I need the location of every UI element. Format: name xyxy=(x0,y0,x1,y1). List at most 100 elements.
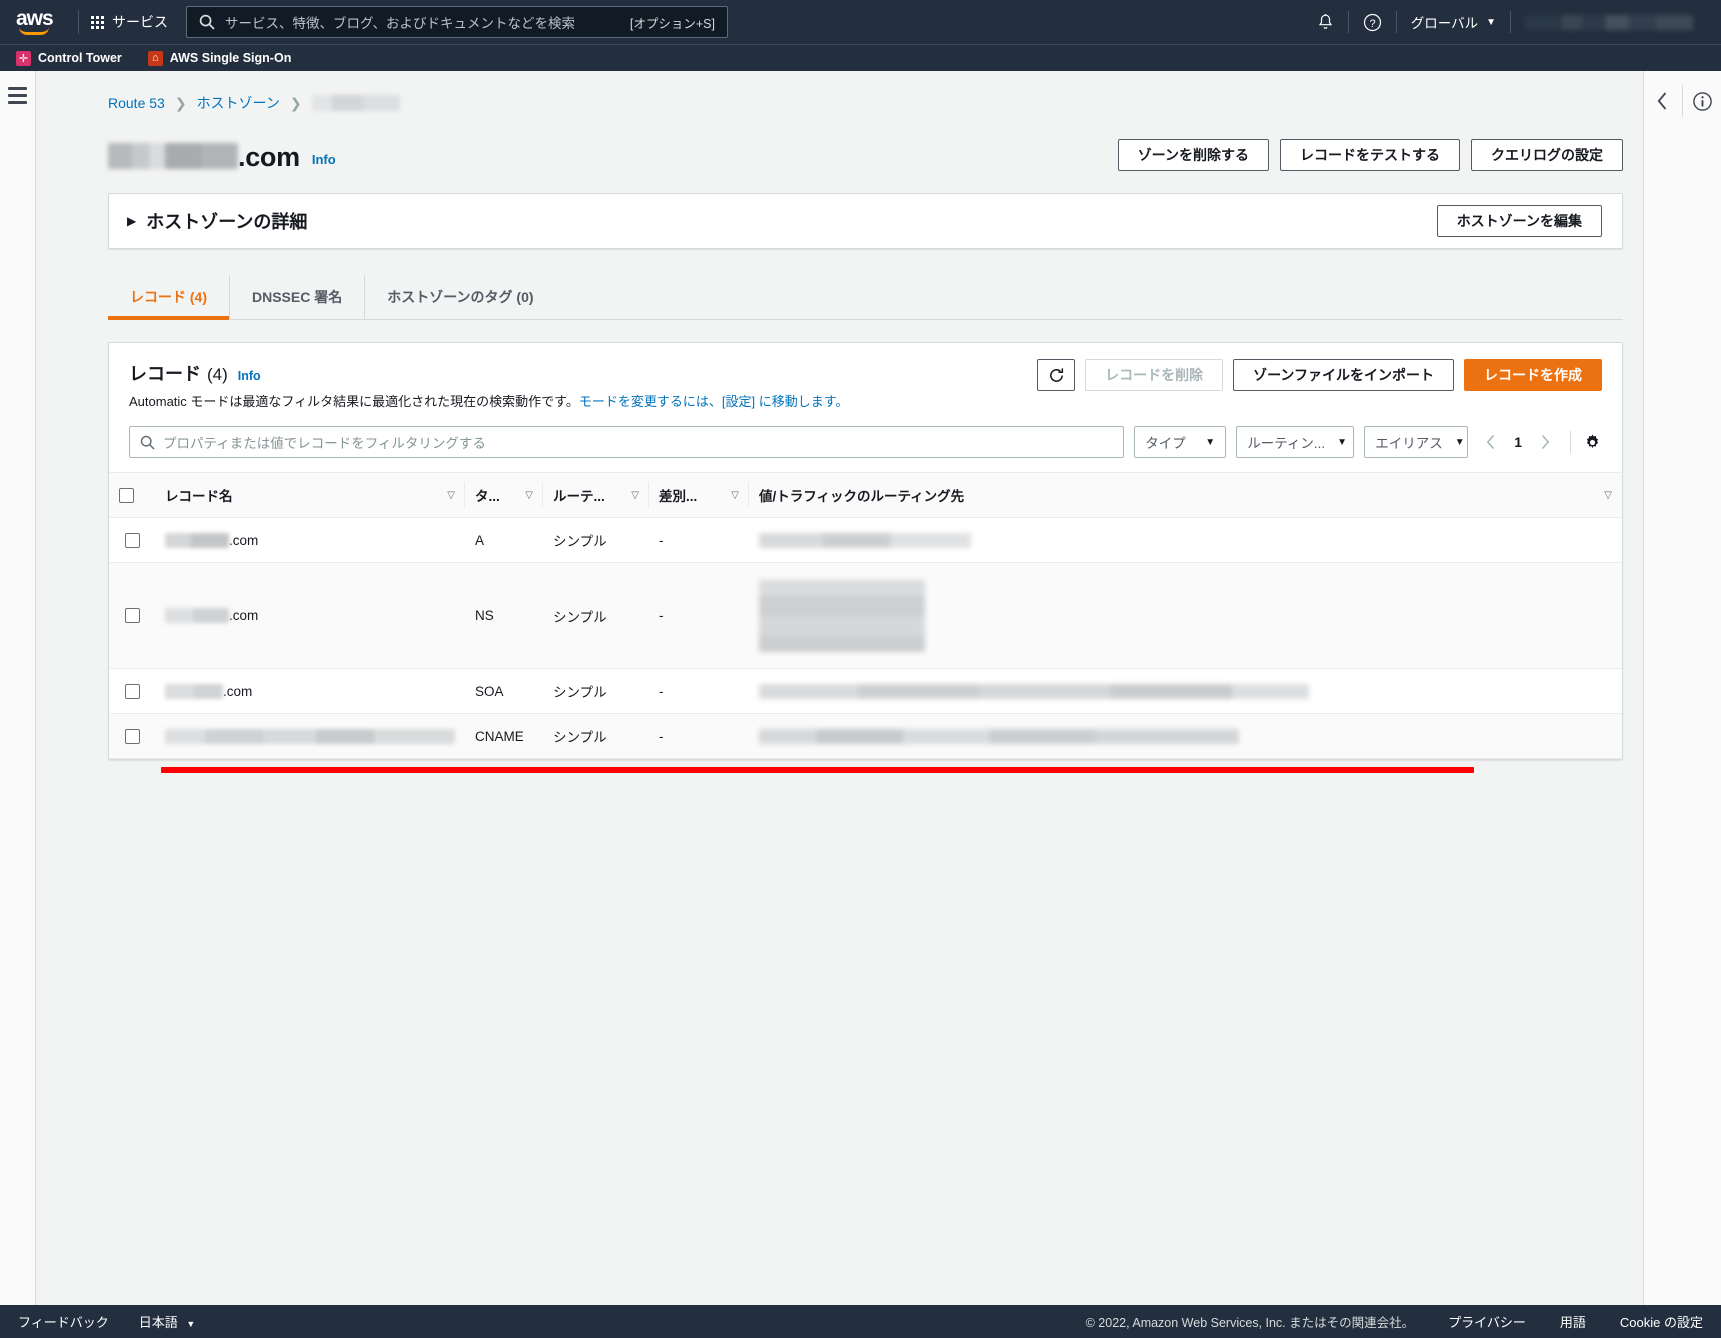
records-card-header: レコード (4) Info Automatic モードは最適なフィルタ結果に最適… xyxy=(109,343,1622,422)
record-name-redacted xyxy=(165,728,455,744)
row-select-cell xyxy=(109,668,155,714)
column-routing-policy[interactable]: ルーテ... ▽ xyxy=(543,472,649,518)
favorite-label: AWS Single Sign-On xyxy=(169,51,292,65)
page-title-info-link[interactable]: Info xyxy=(312,152,336,167)
type-filter-label: タイプ xyxy=(1145,436,1186,451)
row-record-name xyxy=(155,713,465,759)
services-label: サービス xyxy=(112,14,168,30)
test-record-button[interactable]: レコードをテストする xyxy=(1280,139,1460,171)
grid-icon xyxy=(91,15,104,29)
row-checkbox[interactable] xyxy=(124,532,140,548)
delete-record-button[interactable]: レコードを削除 xyxy=(1085,359,1224,391)
services-menu-button[interactable]: サービス xyxy=(91,12,168,32)
favorite-control-tower[interactable]: ✛ Control Tower xyxy=(16,50,122,66)
aws-logo[interactable]: aws xyxy=(16,8,60,36)
row-routing: シンプル xyxy=(543,668,649,714)
edit-hosted-zone-button[interactable]: ホストゾーンを編集 xyxy=(1436,205,1602,237)
pagination-page-1[interactable]: 1 xyxy=(1508,434,1528,450)
terms-link[interactable]: 用語 xyxy=(1560,1312,1586,1331)
control-tower-icon: ✛ xyxy=(16,50,31,66)
records-title-row: レコード (4) Info xyxy=(129,360,848,386)
notifications-button[interactable] xyxy=(1303,0,1348,44)
row-checkbox[interactable] xyxy=(124,608,140,624)
chevron-down-icon: ▼ xyxy=(186,1319,196,1329)
tab-dnssec[interactable]: DNSSEC 署名 xyxy=(230,275,366,319)
table-preferences-button[interactable] xyxy=(1583,433,1602,452)
routing-filter-select[interactable]: ルーティン... ▼ xyxy=(1236,426,1355,458)
records-filter-placeholder: プロパティまたは値でレコードをフィルタリングする xyxy=(163,436,486,451)
alias-filter-select[interactable]: エイリアス ▼ xyxy=(1364,426,1469,458)
chevron-down-icon: ▼ xyxy=(1337,436,1348,448)
routing-filter-label: ルーティン... xyxy=(1247,436,1326,451)
row-select-cell xyxy=(109,713,155,759)
create-record-button[interactable]: レコードを作成 xyxy=(1464,359,1602,391)
delete-zone-button[interactable]: ゾーンを削除する xyxy=(1117,139,1269,171)
feedback-link[interactable]: フィードバック xyxy=(18,1312,109,1331)
alias-filter-label: エイリアス xyxy=(1375,436,1443,451)
records-card: レコード (4) Info Automatic モードは最適なフィルタ結果に最適… xyxy=(108,342,1623,773)
records-title: レコード xyxy=(129,364,201,384)
row-checkbox[interactable] xyxy=(124,683,140,699)
refresh-button[interactable] xyxy=(1037,359,1076,391)
records-filter-input[interactable]: プロパティまたは値でレコードをフィルタリングする xyxy=(129,426,1125,458)
collapse-panel-button[interactable] xyxy=(1645,85,1681,117)
main-content: Route 53 ❯ ホストゾーン ❯ .com Info ゾーンを削除する レ… xyxy=(36,71,1643,1305)
records-title-block: レコード (4) Info Automatic モードは最適なフィルタ結果に最適… xyxy=(129,359,848,410)
table-row[interactable]: .com NS シンプル - xyxy=(109,562,1622,669)
row-type: A xyxy=(465,517,543,563)
column-record-name[interactable]: レコード名 ▽ xyxy=(155,472,465,518)
record-value-redacted xyxy=(759,728,1239,744)
breadcrumb-item-hosted-zones[interactable]: ホストゾーン xyxy=(197,93,280,113)
region-selector[interactable]: グローバル ▼ xyxy=(1397,0,1510,44)
tab-records[interactable]: レコード (4) xyxy=(108,275,230,320)
tab-hosted-zone-tags[interactable]: ホストゾーンのタグ (0) xyxy=(365,275,555,319)
records-count: (4) xyxy=(207,365,228,384)
import-zone-file-button[interactable]: ゾーンファイルをインポート xyxy=(1233,359,1454,391)
footer-left: フィードバック 日本語 ▼ xyxy=(18,1312,195,1331)
cookie-preferences-link[interactable]: Cookie の設定 xyxy=(1620,1312,1703,1331)
breadcrumb-separator: ❯ xyxy=(174,94,187,111)
sort-icon: ▽ xyxy=(447,489,455,501)
column-value[interactable]: 値/トラフィックのルーティング先 ▽ xyxy=(749,472,1622,518)
row-checkbox[interactable] xyxy=(124,728,140,744)
gear-icon xyxy=(1586,434,1599,448)
hosted-zone-details-panel[interactable]: ▶ ホストゾーンの詳細 ホストゾーンを編集 xyxy=(108,193,1623,249)
account-menu-redacted[interactable] xyxy=(1525,14,1693,30)
select-all-checkbox[interactable] xyxy=(119,487,134,503)
records-filter-row: プロパティまたは値でレコードをフィルタリングする タイプ ▼ ルーティン... … xyxy=(109,422,1622,472)
row-value xyxy=(749,517,1622,563)
row-value xyxy=(749,668,1622,714)
search-icon xyxy=(140,435,155,450)
row-record-name: .com xyxy=(155,517,465,563)
pagination-next-button[interactable] xyxy=(1532,427,1558,457)
aws-logo-text: aws xyxy=(16,7,54,30)
hamburger-menu-icon[interactable] xyxy=(8,87,27,1305)
column-type[interactable]: タ... ▽ xyxy=(465,472,543,518)
table-row[interactable]: .com SOA シンプル - xyxy=(109,668,1622,714)
row-type: SOA xyxy=(465,668,543,714)
configure-query-log-button[interactable]: クエリログの設定 xyxy=(1471,139,1623,171)
table-row[interactable]: .com A シンプル - xyxy=(109,517,1622,563)
chevron-left-icon xyxy=(1486,434,1495,450)
chevron-down-icon: ▼ xyxy=(1454,436,1465,448)
sort-icon: ▽ xyxy=(525,489,533,501)
global-search-input[interactable]: サービス、特徴、ブログ、およびドキュメントなどを検索 [オプション+S] xyxy=(186,6,728,38)
page-footer: フィードバック 日本語 ▼ © 2022, Amazon Web Service… xyxy=(0,1305,1721,1338)
global-search-shortcut: [オプション+S] xyxy=(629,16,715,31)
pagination-prev-button[interactable] xyxy=(1478,427,1504,457)
help-button[interactable]: ? xyxy=(1349,0,1396,44)
page-header: .com Info ゾーンを削除する レコードをテストする クエリログの設定 xyxy=(56,113,1623,171)
favorite-aws-sso[interactable]: ⌂ AWS Single Sign-On xyxy=(147,50,292,66)
record-name-redacted xyxy=(165,608,229,623)
language-selector[interactable]: 日本語 ▼ xyxy=(139,1312,196,1331)
records-info-link[interactable]: Info xyxy=(238,369,261,383)
column-differentiator[interactable]: 差別... ▽ xyxy=(649,472,749,518)
sort-icon: ▽ xyxy=(1604,489,1612,501)
table-row[interactable]: CNAME シンプル - xyxy=(109,713,1622,759)
privacy-link[interactable]: プライバシー xyxy=(1448,1312,1526,1331)
records-settings-link[interactable]: モードを変更するには、[設定] に移動します。 xyxy=(579,394,849,409)
breadcrumb-item-route53[interactable]: Route 53 xyxy=(108,95,165,111)
type-filter-select[interactable]: タイプ ▼ xyxy=(1134,426,1227,458)
breadcrumb: Route 53 ❯ ホストゾーン ❯ xyxy=(56,71,1623,113)
info-panel-button[interactable] xyxy=(1684,85,1720,117)
